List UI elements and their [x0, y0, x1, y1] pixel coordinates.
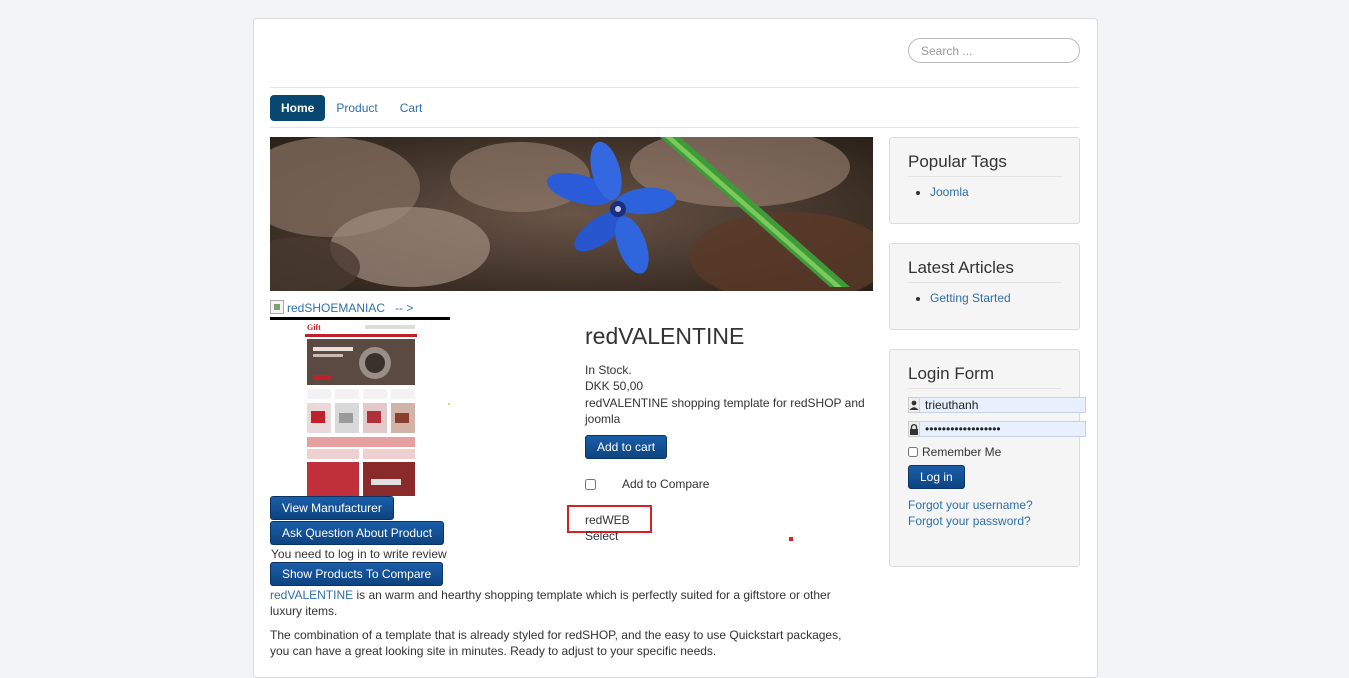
product-short-description: redVALENTINE shopping template for redSH…: [585, 396, 865, 426]
popular-tags-module: Popular Tags Joomla: [889, 137, 1080, 224]
popular-tags-list: Joomla: [908, 185, 1061, 199]
user-icon: [908, 397, 919, 413]
password-field[interactable]: [919, 421, 1086, 437]
decorative-dot: [448, 403, 450, 405]
add-to-cart-button[interactable]: Add to cart: [585, 435, 668, 459]
marker-dot: [789, 537, 793, 541]
broken-image-icon: [270, 300, 284, 314]
login-button[interactable]: Log in: [908, 465, 965, 489]
article-link[interactable]: Getting Started: [930, 291, 1011, 305]
list-item: Joomla: [930, 185, 1061, 199]
remember-me-checkbox[interactable]: [908, 447, 918, 457]
manufacturer-link-arrow[interactable]: -- >: [395, 301, 413, 315]
compare-control: Add to Compare: [585, 477, 709, 491]
page-container: Home Product Cart: [253, 18, 1098, 678]
image-border-bar: [270, 317, 450, 320]
header-divider: [270, 87, 1079, 88]
product-thumbnail[interactable]: Gift: [305, 321, 417, 498]
username-field[interactable]: [919, 397, 1086, 413]
remember-me: Remember Me: [908, 445, 1061, 459]
manufacturer-link-label[interactable]: redSHOEMANIAC: [287, 301, 385, 315]
latest-articles-title: Latest Articles: [908, 258, 1061, 283]
view-manufacturer-button[interactable]: View Manufacturer: [270, 496, 394, 520]
banner-image: [270, 137, 873, 291]
product-description: redVALENTINE is an warm and hearthy shop…: [270, 587, 860, 667]
description-paragraph-2: The combination of a template that is al…: [270, 628, 842, 658]
login-module: Login Form Remember Me Log in Forgot you…: [889, 349, 1086, 567]
forgot-password-link[interactable]: Forgot your password?: [908, 514, 1031, 528]
search-input[interactable]: [908, 38, 1080, 63]
forgot-links: Forgot your username? Forgot your passwo…: [908, 497, 1061, 529]
latest-articles-list: Getting Started: [908, 291, 1061, 305]
remember-me-label: Remember Me: [922, 445, 1002, 459]
manufacturer-name[interactable]: redWEB: [585, 513, 630, 527]
tag-link[interactable]: Joomla: [930, 185, 969, 199]
password-field-group: [908, 421, 1086, 437]
svg-text:Gift: Gift: [307, 323, 321, 332]
nav-product[interactable]: Product: [325, 95, 388, 121]
description-product-link[interactable]: redVALENTINE: [270, 588, 353, 602]
list-item: Getting Started: [930, 291, 1061, 305]
login-title: Login Form: [908, 364, 1061, 389]
nav-cart[interactable]: Cart: [389, 95, 434, 121]
compare-label: Add to Compare: [622, 477, 710, 491]
forgot-username-link[interactable]: Forgot your username?: [908, 498, 1033, 512]
lock-icon: [908, 421, 919, 437]
username-field-group: [908, 397, 1086, 413]
main-nav: Home Product Cart: [270, 95, 433, 121]
login-review-notice: You need to log in to write review: [271, 547, 447, 561]
manufacturer-link[interactable]: redSHOEMANIAC -- >: [270, 300, 413, 315]
product-price: DKK 50,00: [585, 379, 644, 393]
show-compare-button[interactable]: Show Products To Compare: [270, 562, 444, 586]
latest-articles-module: Latest Articles Getting Started: [889, 243, 1080, 330]
description-paragraph-1: redVALENTINE is an warm and hearthy shop…: [270, 587, 860, 619]
product-title: redVALENTINE: [585, 323, 745, 349]
select-label[interactable]: Select: [585, 529, 618, 543]
nav-home[interactable]: Home: [270, 95, 326, 121]
nav-divider: [270, 127, 1079, 128]
description-paragraph-1-text: is an warm and hearthy shopping template…: [270, 588, 831, 618]
popular-tags-title: Popular Tags: [908, 152, 1061, 177]
ask-question-button[interactable]: Ask Question About Product: [270, 521, 445, 545]
stock-status: In Stock.: [585, 363, 632, 377]
compare-checkbox[interactable]: [585, 478, 596, 490]
